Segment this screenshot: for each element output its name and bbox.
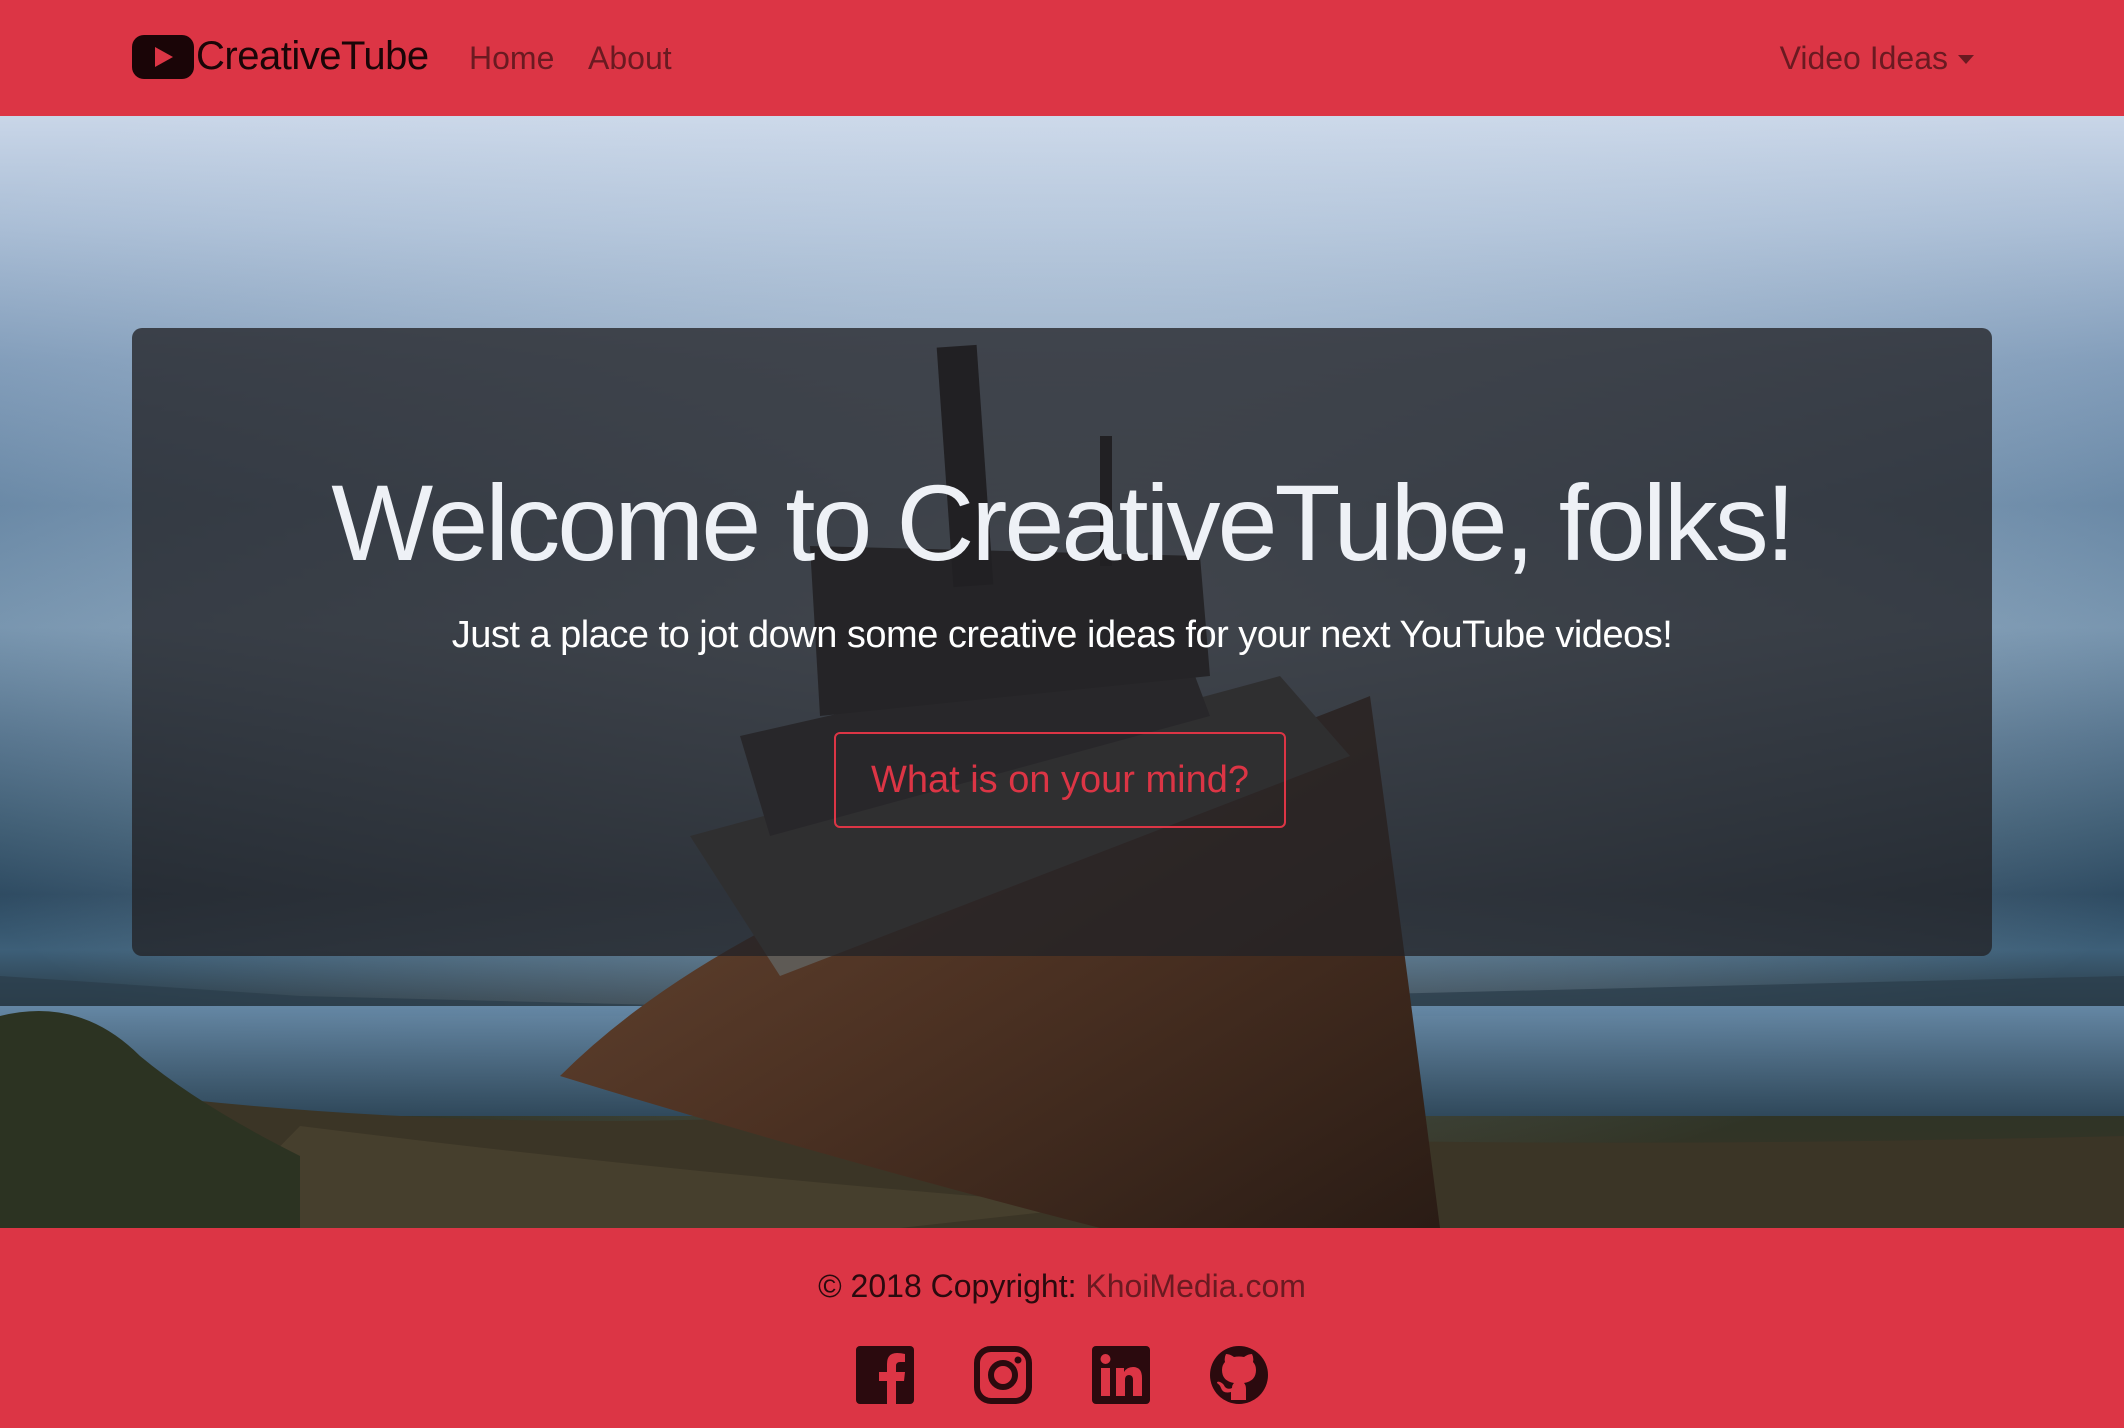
youtube-play-icon	[132, 34, 194, 79]
video-ideas-dropdown[interactable]: Video Ideas	[1780, 40, 1974, 77]
caret-down-icon	[1958, 55, 1974, 64]
instagram-icon[interactable]	[974, 1346, 1032, 1404]
hero-title: Welcome to CreativeTube, folks!	[331, 462, 1796, 583]
navbar: CreativeTube Home About Video Ideas	[0, 0, 2124, 116]
footer: © 2018 Copyright: KhoiMedia.com	[0, 1228, 2124, 1428]
hero-section: Welcome to CreativeTube, folks! Just a p…	[0, 116, 2124, 1228]
social-links	[0, 1346, 2124, 1404]
github-icon[interactable]	[1210, 1346, 1268, 1404]
nav-link-home[interactable]: Home	[469, 40, 554, 77]
facebook-icon[interactable]	[856, 1346, 914, 1404]
linkedin-icon[interactable]	[1092, 1346, 1150, 1404]
brand-link[interactable]: CreativeTube	[132, 34, 429, 79]
copyright-text: © 2018 Copyright: KhoiMedia.com	[0, 1268, 2124, 1305]
brand-name: CreativeTube	[196, 34, 429, 78]
copyright-prefix: © 2018 Copyright:	[818, 1268, 1086, 1304]
jumbotron: Welcome to CreativeTube, folks! Just a p…	[132, 328, 1992, 956]
dropdown-label: Video Ideas	[1779, 40, 1948, 76]
what-is-on-your-mind-button[interactable]: What is on your mind?	[834, 732, 1286, 828]
nav-link-about[interactable]: About	[588, 40, 672, 77]
khoimedia-link[interactable]: KhoiMedia.com	[1085, 1268, 1306, 1304]
hero-subtitle: Just a place to jot down some creative i…	[451, 614, 1673, 656]
